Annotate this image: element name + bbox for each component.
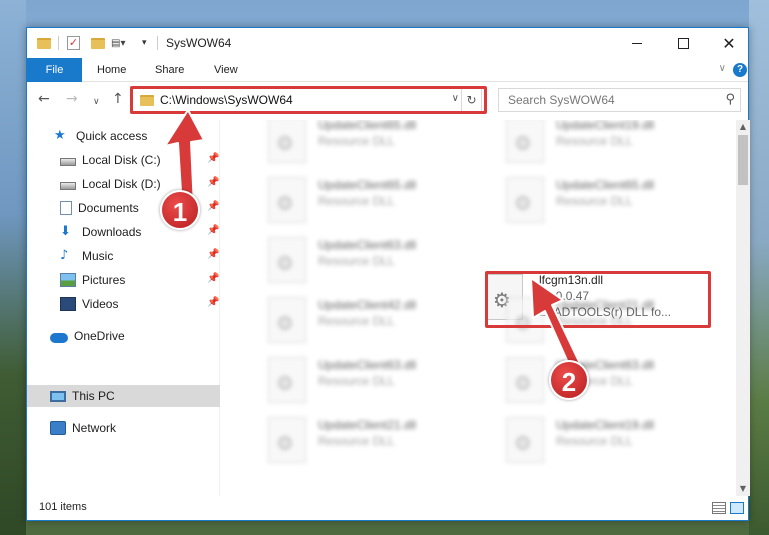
callout-arrows — [164, 109, 584, 377]
step-1-badge: 1 — [160, 190, 200, 230]
step-2-badge: 2 — [549, 360, 589, 400]
